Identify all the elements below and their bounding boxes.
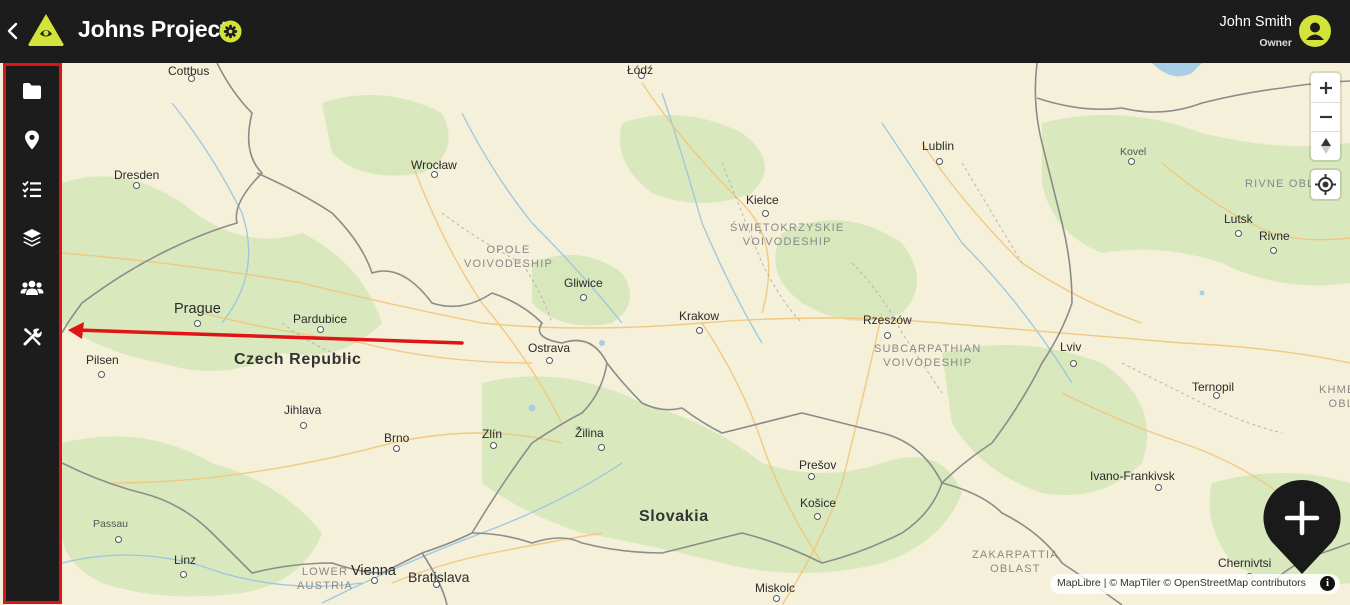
city-dot (814, 513, 821, 520)
city-dot (115, 536, 122, 543)
city-label: Lutsk (1224, 212, 1253, 226)
map-view[interactable]: Cottbus Łódź Dresden Wrocław Lublin Kove… (62, 63, 1350, 605)
city-label: Linz (174, 553, 197, 567)
city-dot (180, 571, 187, 578)
city-label: Prague (174, 301, 221, 317)
city-dot (431, 171, 438, 178)
city-label: Jihlava (284, 403, 322, 417)
tools-icon (23, 328, 42, 346)
region-label: LOWER AUSTRIA (297, 566, 354, 592)
chevron-left-icon[interactable] (4, 18, 20, 44)
region-label: KHMELN OBLA (1319, 384, 1350, 410)
top-bar: Johns Project John Smith Owner (0, 0, 1350, 63)
sidebar-item-locations[interactable] (19, 127, 45, 153)
sidebar-item-files[interactable] (19, 78, 45, 104)
region-label: ZAKARPATTIA OBLAST (972, 549, 1059, 575)
city-dot (1235, 230, 1242, 237)
sidebar (3, 63, 62, 604)
city-label: Prešov (799, 458, 837, 472)
city-label: Košice (800, 496, 837, 510)
city-dot (98, 371, 105, 378)
city-label: Lublin (922, 139, 955, 153)
map-zoom-controls (1311, 73, 1340, 160)
city-label: Ternopil (1192, 380, 1235, 394)
region-label: OPOLE VOIVODESHIP (464, 244, 553, 270)
city-dot (1128, 158, 1135, 165)
annotation-arrow (68, 322, 464, 345)
city-label: Bratislava (408, 569, 470, 585)
plus-icon (1319, 81, 1332, 94)
city-dot (133, 182, 140, 189)
checklist-icon (22, 180, 41, 198)
user-avatar[interactable] (1299, 15, 1331, 47)
city-dot (546, 357, 553, 364)
info-icon[interactable]: i (1320, 576, 1335, 591)
city-label: Łódź (627, 63, 654, 77)
folder-icon (23, 83, 41, 99)
city-label: Rzeszów (863, 313, 912, 327)
city-dot (773, 595, 780, 602)
region-label: ŚWIĘTOKRZYSKIE VOIVODESHIP (730, 222, 845, 248)
map-pin-icon (25, 130, 39, 150)
city-label: Lviv (1060, 340, 1082, 354)
minus-icon (1319, 115, 1332, 119)
city-dot (393, 445, 400, 452)
city-label: Cottbus (168, 64, 210, 78)
users-icon (20, 280, 44, 295)
city-label: Kielce (746, 193, 779, 207)
city-label: Dresden (114, 168, 160, 182)
city-label: Rivne (1259, 229, 1290, 243)
city-label: Passau (93, 518, 129, 530)
city-dot (598, 444, 605, 451)
city-dot (490, 442, 497, 449)
user-name: John Smith (1219, 14, 1292, 30)
city-dot (936, 158, 943, 165)
city-dot (762, 210, 769, 217)
city-dot (808, 473, 815, 480)
city-dot (580, 294, 587, 301)
city-label: Zlín (482, 427, 503, 441)
zoom-in-button[interactable] (1311, 73, 1340, 102)
sidebar-item-team[interactable] (19, 275, 45, 301)
add-button[interactable] (1262, 478, 1342, 574)
project-title: Johns Project (78, 16, 228, 42)
sidebar-item-layers[interactable] (19, 225, 45, 251)
map-attribution[interactable]: MapLibre | © MapTiler © OpenStreetMap co… (1050, 574, 1340, 594)
sidebar-item-tools[interactable] (19, 324, 45, 350)
city-dot (696, 327, 703, 334)
city-label: Ostrava (528, 341, 571, 355)
compass-button[interactable] (1311, 131, 1340, 160)
geolocate-button[interactable] (1311, 170, 1340, 199)
user-icon (1306, 22, 1324, 40)
zoom-out-button[interactable] (1311, 102, 1340, 131)
country-label: Slovakia (639, 508, 709, 525)
compass-icon (1320, 138, 1331, 154)
city-label: Krakow (679, 309, 720, 323)
sidebar-item-tasks[interactable] (19, 176, 45, 202)
city-dot (1155, 484, 1162, 491)
layers-icon (23, 229, 41, 247)
city-dot (884, 332, 891, 339)
city-label: Kovel (1120, 146, 1147, 158)
user-role: Owner (1259, 37, 1292, 49)
city-dot (300, 422, 307, 429)
crosshair-icon (1315, 174, 1336, 195)
city-label: Miskolc (755, 581, 796, 595)
city-dot (1070, 360, 1077, 367)
city-dot (1270, 247, 1277, 254)
city-label: Wrocław (411, 158, 457, 172)
city-label: Gliwice (564, 276, 603, 290)
region-label: SUBCARPATHIAN VOIVODESHIP (874, 343, 982, 369)
city-label: Žilina (575, 426, 604, 440)
city-label: Brno (384, 431, 410, 445)
city-label: Ivano-Frankivsk (1090, 469, 1175, 483)
city-label: Vienna (351, 563, 396, 579)
project-logo (28, 14, 64, 46)
gear-icon[interactable] (219, 20, 242, 43)
